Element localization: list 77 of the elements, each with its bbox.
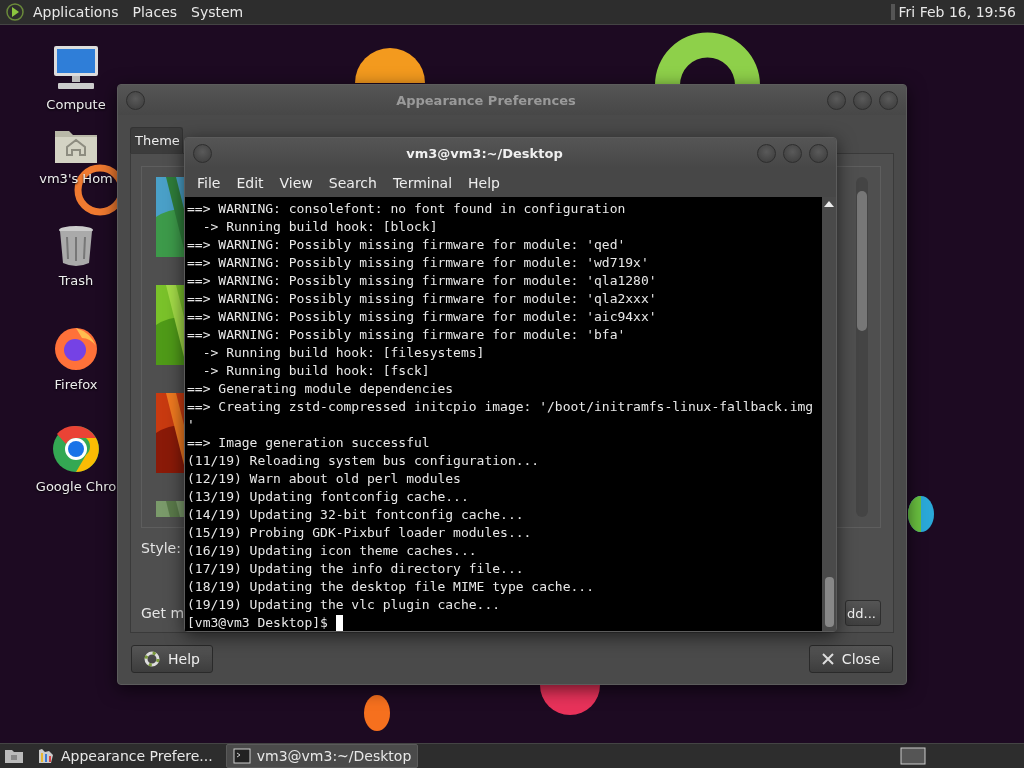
taskbar-button[interactable]: Appearance Prefere...	[30, 744, 220, 768]
show-desktop-icon[interactable]	[4, 748, 24, 764]
terminal-line: (17/19) Updating the info directory file...	[187, 560, 525, 578]
add-button[interactable]: dd...	[845, 600, 881, 626]
scrollbar-thumb[interactable]	[857, 191, 867, 331]
terminal-line: (16/19) Updating icon theme caches...	[187, 542, 478, 560]
desktop-icon-label[interactable]: Trash	[58, 273, 94, 288]
scrollbar[interactable]	[822, 197, 836, 631]
desktop-icon-label[interactable]: Google Chro	[35, 479, 117, 494]
close-icon	[821, 653, 834, 665]
terminal-prompt: [vm3@vm3 Desktop]$	[187, 614, 328, 631]
workspace-switcher-icon[interactable]	[900, 747, 926, 765]
minimize-button[interactable]	[827, 90, 846, 110]
scrollbar[interactable]	[856, 177, 868, 517]
scroll-up-icon[interactable]	[824, 201, 834, 207]
computer-icon	[52, 45, 100, 91]
terminal-line: ==> Generating module dependencies	[187, 380, 455, 398]
terminal-line: (19/19) Updating the vlc plugin cache...	[187, 596, 502, 614]
menu-item[interactable]: Help	[460, 174, 508, 191]
wallpaper-oval-shape	[364, 695, 390, 731]
style-label: Style:	[141, 540, 181, 556]
panel-menu[interactable]: Places	[127, 4, 183, 20]
terminal-line: (11/19) Reloading system bus configuration...	[187, 452, 541, 470]
terminal-line: (18/19) Updating the desktop file MIME type cache...	[187, 578, 595, 596]
terminal-line: ==> WARNING: Possibly missing firmware for module: 'bfa'	[187, 326, 627, 344]
trash-icon	[57, 225, 95, 267]
menu-logo-icon	[6, 3, 24, 21]
menu-item[interactable]: Terminal	[384, 174, 461, 191]
text-cursor	[335, 615, 343, 631]
close-button[interactable]: Close	[808, 645, 893, 673]
terminal-line: (14/19) Updating 32-bit fontconfig cache...	[187, 506, 525, 524]
terminal-line: ==> WARNING: consolefont: no font found in configuration	[187, 200, 627, 218]
firefox-icon	[53, 325, 99, 371]
window-menu-button[interactable]	[193, 143, 212, 163]
panel-menu[interactable]: System	[186, 4, 249, 20]
menu-item[interactable]: Edit	[228, 174, 272, 191]
window-title: Appearance Preferences	[395, 92, 577, 108]
maximize-button[interactable]	[853, 90, 872, 110]
wallpaper-oval-shape	[908, 496, 934, 532]
terminal-line: ==> WARNING: Possibly missing firmware for module: 'qla1280'	[187, 272, 658, 290]
get-more-link[interactable]: Get m	[141, 605, 185, 621]
maximize-button[interactable]	[783, 143, 802, 163]
desktop-icon-label[interactable]: Compute	[46, 97, 106, 112]
menu-item[interactable]: File	[189, 174, 229, 191]
terminal-line: -> Running build hook: [fsck]	[201, 362, 431, 380]
window-title: vm3@vm3:~/Desktop	[405, 145, 564, 161]
terminal-line: ==> WARNING: Possibly missing firmware for module: 'qed'	[187, 236, 627, 254]
terminal-line: -> Running build hook: [filesystems]	[201, 344, 486, 362]
scrollbar-thumb[interactable]	[824, 577, 834, 627]
desktop-icon-label[interactable]: vm3's Hom	[39, 171, 113, 186]
window-menu-button[interactable]	[126, 90, 145, 110]
help-button[interactable]: Help	[131, 645, 213, 673]
lifebuoy-icon	[144, 651, 160, 667]
terminal-line: -> Running build hook: [block]	[201, 218, 439, 236]
terminal-line: ==> Creating zstd-compressed initcpio image: '/boot/initramfs-linux-fallback.img	[187, 398, 815, 416]
taskbar-button[interactable]: vm3@vm3:~/Desktop	[225, 744, 419, 768]
clock[interactable]: Fri Feb 16, 19:56	[898, 4, 1016, 20]
close-window-button[interactable]	[809, 143, 828, 163]
close-window-button[interactable]	[879, 90, 898, 110]
chrome-icon	[52, 425, 100, 473]
terminal-line: (15/19) Probing GDK-Pixbuf loader modules...	[187, 524, 533, 542]
panel-menu[interactable]: Applications	[28, 4, 124, 20]
terminal-line: '	[187, 416, 196, 434]
desktop-icon-label[interactable]: Firefox	[54, 377, 98, 392]
tab[interactable]: Theme	[130, 127, 183, 153]
minimize-button[interactable]	[757, 143, 776, 163]
menu-item[interactable]: View	[271, 174, 321, 191]
terminal-line: ==> WARNING: Possibly missing firmware for module: 'wd719x'	[187, 254, 650, 272]
palette-icon	[37, 747, 55, 765]
terminal-icon	[232, 748, 251, 764]
menu-item[interactable]: Search	[320, 174, 385, 191]
terminal-line: (12/19) Warn about old perl modules	[187, 470, 462, 488]
panel-handle-icon	[890, 4, 895, 20]
terminal-line: ==> WARNING: Possibly missing firmware for module: 'qla2xxx'	[187, 290, 658, 308]
terminal-line: (13/19) Updating fontconfig cache...	[187, 488, 470, 506]
terminal-line: ==> WARNING: Possibly missing firmware for module: 'aic94xx'	[187, 308, 658, 326]
terminal-line: ==> Image generation successful	[187, 434, 431, 452]
